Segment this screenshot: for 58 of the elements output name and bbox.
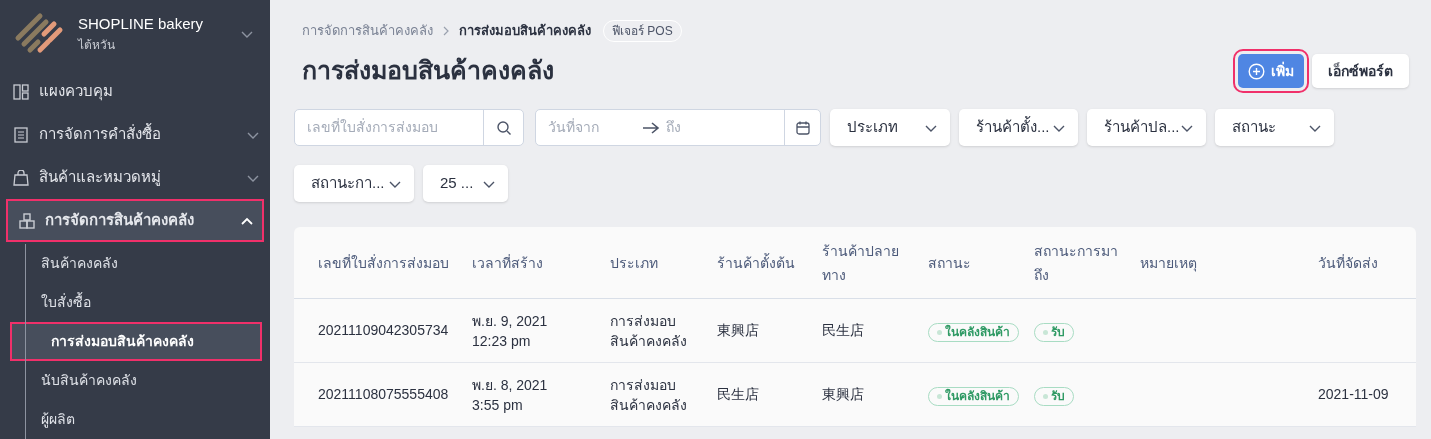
sidebar-label: การจัดการสินค้าคงคลัง [45, 210, 195, 231]
sidebar-item[interactable]: การจัดการคำสั่งซื้อ [0, 113, 270, 156]
calendar-icon [795, 120, 810, 135]
sidebar-subitem[interactable]: ใบสั่งซื้อ [0, 283, 270, 322]
store-region: ไต้หวัน [78, 36, 116, 54]
column-header: เลขที่ใบสั่งการส่งมอบ [318, 254, 449, 271]
export-button[interactable]: เอ็กซ์พอร์ต [1312, 54, 1409, 88]
search-box[interactable]: เลขที่ใบสั่งการส่งมอบ [294, 109, 524, 146]
sidebar-label: สินค้าและหมวดหมู่ [39, 167, 162, 188]
column-header: สถานะการมาถึง [1034, 242, 1118, 283]
table-cell-text: การส่งมอบ สินค้าคงคลัง [610, 375, 688, 415]
chevron-right-icon [441, 25, 451, 37]
sidebar-label: การจัดการคำสั่งซื้อ [39, 123, 162, 145]
table-cell-text: พ.ย. 9, 2021 12:23 pm [472, 311, 549, 351]
search-icon [495, 119, 512, 136]
arrow-right-icon [642, 120, 660, 135]
page-title: การส่งมอบสินค้าคงคลัง [302, 55, 555, 87]
breadcrumb-item: การส่งมอบสินค้าคงคลัง [459, 22, 591, 41]
dashboard-icon [13, 83, 29, 100]
column-header: ร้านค้าตั้งต้น [717, 254, 795, 271]
column-header: ร้านค้าปลายทาง [822, 242, 899, 283]
column-header: ประเภท [610, 254, 658, 271]
table-cell: 民生店 [822, 322, 864, 338]
filter-dropdown[interactable]: ร้านค้าปล... [1087, 109, 1206, 146]
sidebar-subitem[interactable]: ผู้ผลิต [0, 400, 270, 439]
table-cell: 2021-11-09 [1318, 386, 1389, 402]
date-range-field[interactable]: วันที่จาก ถึง [535, 109, 821, 146]
filter-dropdown[interactable]: สถานะ [1215, 109, 1334, 146]
table-cell-text: การส่งมอบ สินค้าคงคลัง [610, 311, 688, 351]
column-header: สถานะ [928, 254, 971, 271]
sidebar-subitem[interactable]: สินค้าคงคลัง [0, 244, 270, 283]
sidebar-item[interactable]: การจัดการสินค้าคงคลัง [6, 199, 264, 242]
bag-icon [13, 169, 29, 186]
search-field[interactable]: เลขที่ใบสั่งการส่งมอบ [295, 110, 483, 145]
date-from-field[interactable]: วันที่จาก [536, 117, 642, 138]
table-cell: 東興店 [822, 386, 864, 402]
sidebar-item[interactable]: แผงควบคุม [0, 70, 270, 113]
table-cell: 民生店 [717, 386, 759, 402]
filter-dropdown[interactable]: 25 ... [423, 165, 508, 202]
filter-dropdown[interactable]: ประเภท [830, 109, 950, 146]
sidebar-label: แผงควบคุม [39, 81, 114, 103]
table-cell-text: พ.ย. 8, 2021 3:55 pm [472, 375, 549, 415]
filter-dropdown[interactable]: ร้านค้าตั้ง... [959, 109, 1078, 146]
plus-circle-icon [1248, 62, 1265, 80]
store-name: SHOPLINE bakery [78, 14, 205, 35]
filter-dropdown[interactable]: สถานะกา... [294, 165, 414, 202]
boxes-icon [19, 212, 35, 229]
sidebar-subitem[interactable]: นับสินค้าคงคลัง [0, 361, 270, 400]
date-to-field[interactable]: ถึง [660, 117, 784, 138]
column-header: หมายเหตุ [1140, 254, 1197, 271]
document-icon [13, 126, 29, 143]
table-cell: 20211108075555408 [318, 386, 449, 402]
column-header: วันที่จัดส่ง [1318, 254, 1378, 271]
table-cell: 東興店 [717, 322, 759, 338]
sidebar-subitem[interactable]: การส่งมอบสินค้าคงคลัง [10, 322, 262, 361]
column-header: เวลาที่สร้าง [472, 254, 543, 271]
sidebar-item[interactable]: สินค้าและหมวดหมู่ [0, 156, 270, 199]
table-cell: 20211109042305734 [318, 322, 449, 338]
